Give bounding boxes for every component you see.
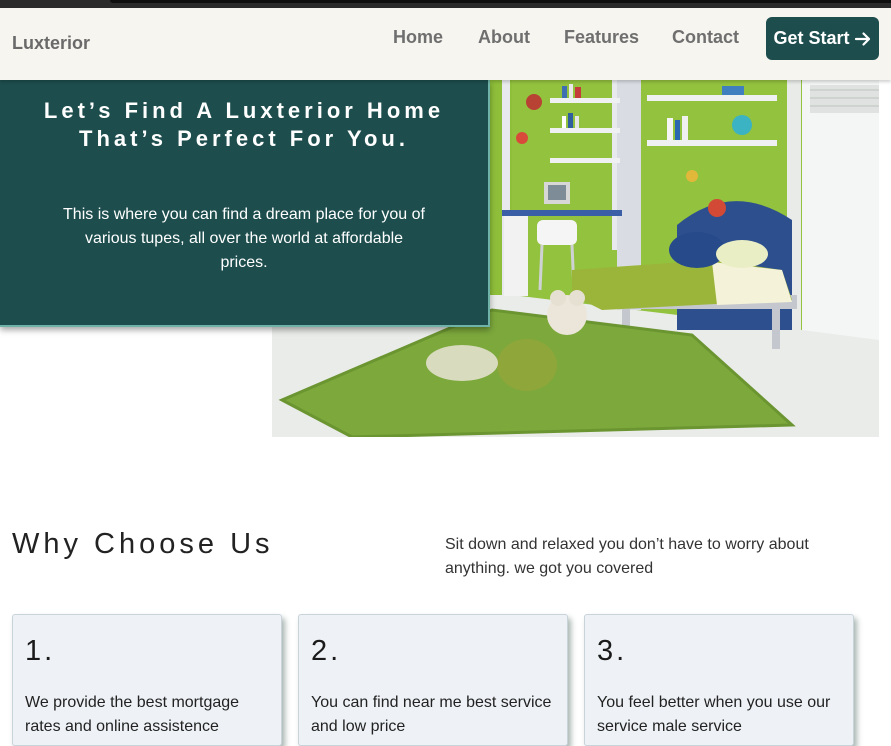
nav-link-about[interactable]: About [478, 27, 530, 48]
feature-card-1: 1. We provide the best mortgage rates an… [12, 614, 282, 746]
feature-card-number: 3. [597, 635, 628, 667]
feature-card-number: 1. [25, 635, 56, 667]
hero-description: This is where you can find a dream place… [63, 206, 425, 271]
feature-card-number: 2. [311, 635, 342, 667]
get-start-label: Get Start [773, 28, 850, 48]
feature-card-2: 2. You can find near me best service and… [298, 614, 568, 746]
navbar: Luxterior Home About Features Contact Ge… [0, 8, 891, 80]
feature-card-text: We provide the best mortgage rates and o… [25, 694, 240, 735]
brand-logo[interactable]: Luxterior [12, 33, 90, 54]
arrow-right-icon [854, 31, 870, 46]
nav-link-features[interactable]: Features [564, 27, 639, 48]
nav-link-home[interactable]: Home [393, 27, 443, 48]
browser-frame-edge [110, 0, 891, 3]
browser-top-strip [0, 0, 891, 8]
feature-card-text: You can find near me best service and lo… [311, 694, 552, 735]
get-start-button[interactable]: Get Start [766, 17, 879, 60]
feature-card-text: You feel better when you use our service… [597, 694, 831, 735]
nav-link-contact[interactable]: Contact [672, 27, 739, 48]
why-choose-us-text: Sit down and relaxed you don’t have to w… [445, 536, 809, 577]
feature-card-3: 3. You feel better when you use our serv… [584, 614, 854, 746]
hero-title: Let’s Find A Luxterior Home That’s Perfe… [43, 98, 445, 151]
why-choose-us-heading: Why Choose Us [12, 528, 274, 560]
hero-card: Let’s Find A Luxterior Home That’s Perfe… [0, 80, 490, 327]
